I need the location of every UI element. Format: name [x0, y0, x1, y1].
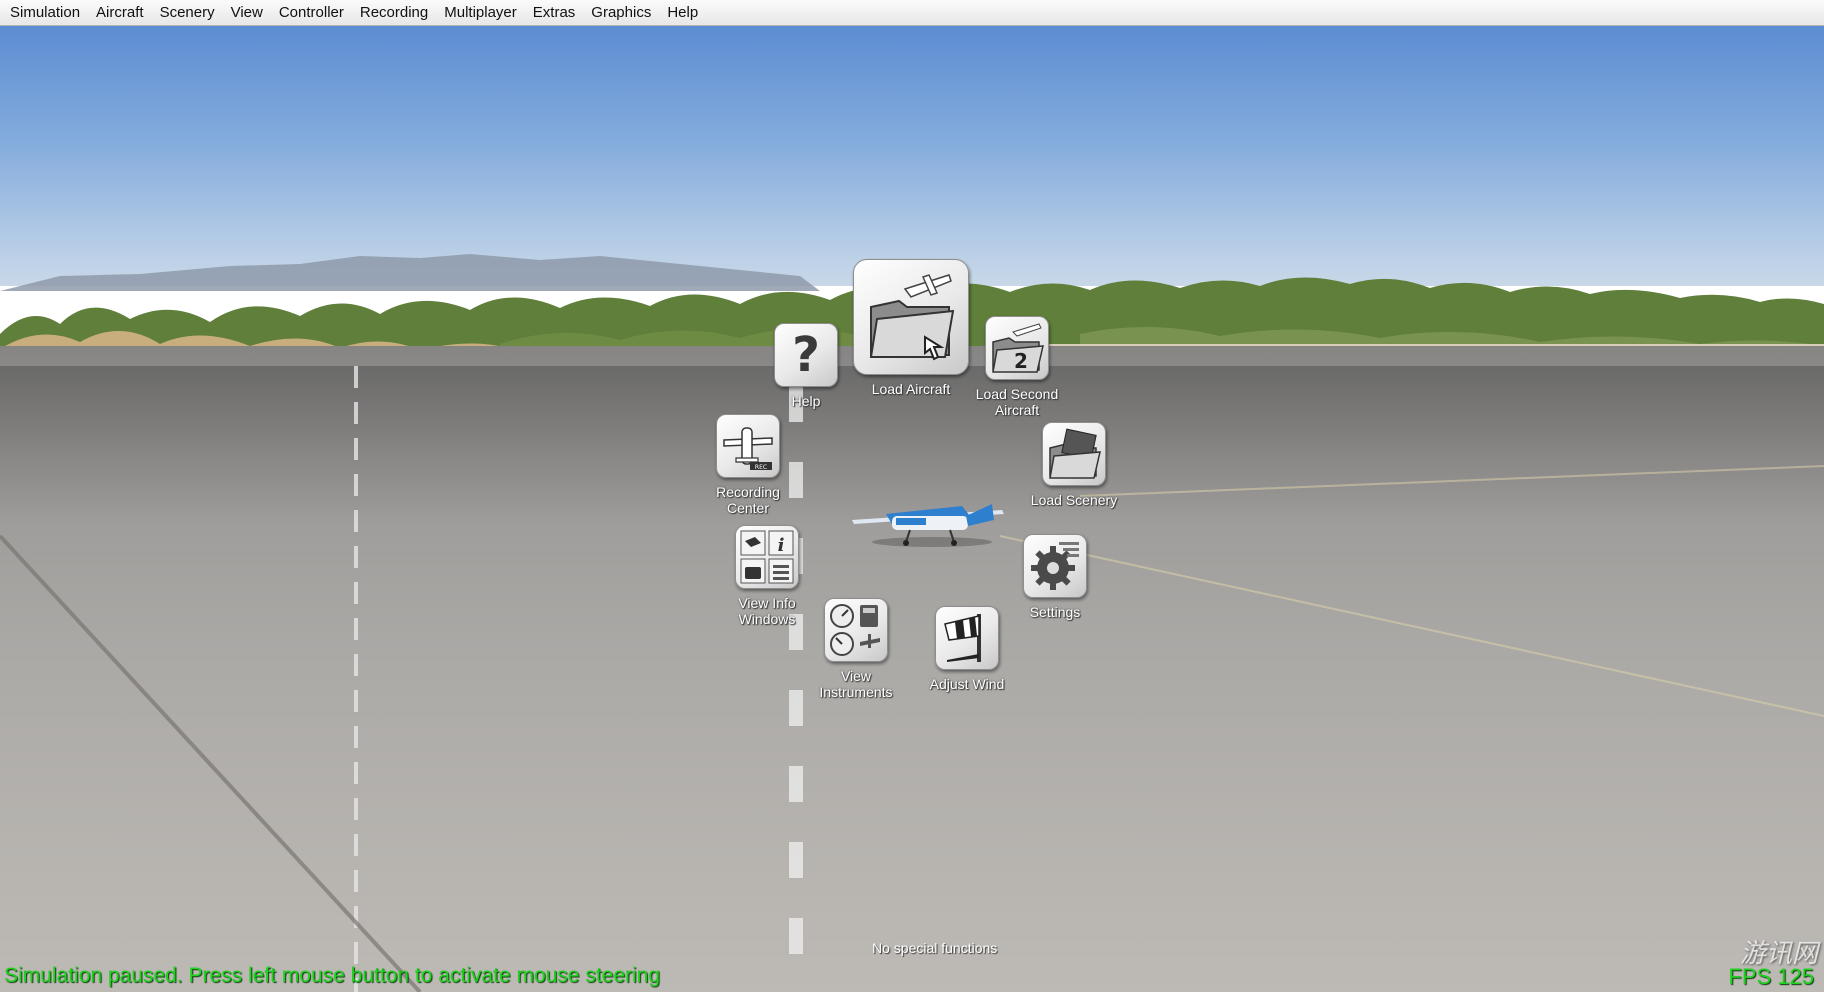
adjust-wind-button[interactable]: Adjust Wind [902, 606, 1032, 692]
fps-counter: FPS 125 [1728, 964, 1814, 989]
help-button[interactable]: ? Help [741, 323, 871, 409]
instruments-icon [824, 598, 888, 662]
gear-icon [1023, 534, 1087, 598]
load-scenery-label: Load Scenery [1030, 492, 1118, 508]
folder-airplane-2-icon: 2 [985, 316, 1049, 380]
question-mark-icon: ? [774, 323, 838, 387]
rc-airplane [852, 504, 1004, 547]
adjust-wind-label: Adjust Wind [929, 676, 1005, 692]
simulation-status-message: Simulation paused. Press left mouse butt… [4, 964, 661, 987]
folder-landscape-icon [1042, 422, 1106, 486]
load-second-aircraft-button[interactable]: 2 Load Second Aircraft [952, 316, 1082, 418]
svg-text:i: i [778, 535, 785, 556]
menu-help[interactable]: Help [659, 0, 706, 26]
help-label: Help [791, 393, 821, 409]
simulation-viewport[interactable]: Load Aircraft ? Help 2 Load Second Aircr… [0, 26, 1824, 992]
menu-simulation[interactable]: Simulation [2, 0, 88, 26]
menu-bar: Simulation Aircraft Scenery View Control… [0, 0, 1824, 26]
menu-aircraft[interactable]: Aircraft [88, 0, 152, 26]
menu-extras[interactable]: Extras [525, 0, 584, 26]
svg-text:?: ? [792, 329, 820, 381]
menu-multiplayer[interactable]: Multiplayer [436, 0, 525, 26]
menu-view[interactable]: View [223, 0, 271, 26]
airplane-rec-icon: REC [716, 414, 780, 478]
info-windows-icon: i [735, 525, 799, 589]
menu-scenery[interactable]: Scenery [152, 0, 223, 26]
menu-controller[interactable]: Controller [271, 0, 352, 26]
menu-graphics[interactable]: Graphics [583, 0, 659, 26]
simulator-window: Simulation Aircraft Scenery View Control… [0, 0, 1824, 992]
recording-center-button[interactable]: REC Recording Center [683, 414, 813, 516]
recording-center-label: Recording Center [716, 484, 780, 516]
windsock-icon [935, 606, 999, 670]
special-functions-text: No special functions [872, 940, 998, 956]
svg-text:REC: REC [755, 464, 767, 471]
load-second-aircraft-label: Load Second Aircraft [975, 386, 1059, 418]
menu-recording[interactable]: Recording [352, 0, 436, 26]
second-aircraft-number: 2 [1014, 349, 1028, 373]
load-scenery-button[interactable]: Load Scenery [1009, 422, 1139, 508]
